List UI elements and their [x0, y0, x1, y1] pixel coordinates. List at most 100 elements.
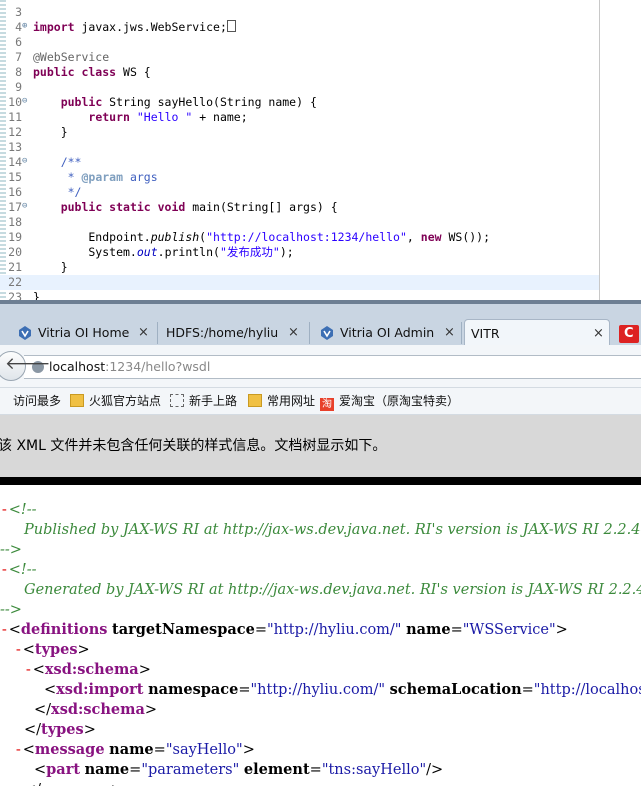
- line-number: 20: [8, 245, 22, 259]
- code-text: }: [33, 125, 68, 139]
- xml-tree-line[interactable]: -<!--: [0, 500, 37, 520]
- close-tab-icon[interactable]: ×: [444, 319, 455, 347]
- close-tab-icon[interactable]: ×: [593, 320, 604, 348]
- xml-tree-line: <part name="parameters" element="tns:say…: [34, 761, 444, 778]
- code-line[interactable]: 18: [0, 215, 641, 230]
- collapse-fold-icon[interactable]: [22, 97, 31, 106]
- code-line[interactable]: 13: [0, 140, 641, 155]
- new-page-icon: [170, 394, 184, 407]
- code-line[interactable]: 10 public String sayHello(String name) {: [0, 95, 641, 110]
- xml-tree-line: </message>: [24, 780, 123, 786]
- expand-fold-icon[interactable]: [22, 22, 31, 31]
- code-line[interactable]: 19 Endpoint.publish("http://localhost:12…: [0, 230, 641, 245]
- xml-tree-line: <xsd:import namespace="http://hyliu.com/…: [44, 681, 641, 698]
- bookmark-label: 新手上路: [189, 394, 238, 408]
- bookmark-item[interactable]: 火狐官方站点: [70, 393, 161, 409]
- tab-vitria-oi-home[interactable]: Vitria OI Home ×: [14, 319, 152, 347]
- code-line[interactable]: 6: [0, 35, 641, 50]
- code-line[interactable]: 12 }: [0, 125, 641, 140]
- next-tab-icon[interactable]: C: [619, 325, 639, 343]
- tab-bar: Vitria OI Home × HDFS:/home/hyliu × Vitr…: [0, 300, 641, 347]
- code-text: public class WS {: [33, 65, 151, 79]
- line-number: 11: [8, 110, 22, 124]
- line-number: 3: [15, 5, 22, 19]
- tab-label: Vitria OI Admin: [340, 325, 435, 340]
- tab-separator: [157, 322, 158, 344]
- tab-hdfs[interactable]: HDFS:/home/hyliu ×: [160, 319, 308, 347]
- close-tab-icon[interactable]: ×: [288, 319, 299, 347]
- code-text: }: [33, 290, 40, 300]
- code-line[interactable]: 20 System.out.println("发布成功");: [0, 245, 641, 260]
- code-line[interactable]: 9: [0, 80, 641, 95]
- code-line[interactable]: 22: [0, 275, 599, 290]
- line-number: 18: [8, 215, 22, 229]
- xml-tree-line[interactable]: -<types>: [14, 640, 90, 660]
- tab-separator: [461, 322, 462, 344]
- bookmark-label: 火狐官方站点: [89, 394, 162, 408]
- code-text: return "Hello " + name;: [88, 110, 248, 124]
- code-line[interactable]: 7 @WebService: [0, 50, 641, 65]
- code-line[interactable]: 3: [0, 5, 641, 20]
- line-number: 8: [15, 65, 22, 79]
- line-number: 16: [8, 185, 22, 199]
- code-text: System.out.println("发布成功");: [33, 245, 294, 259]
- code-line[interactable]: 8 public class WS {: [0, 65, 641, 80]
- code-line[interactable]: 15 * @param args: [0, 170, 641, 185]
- code-line[interactable]: 17 public static void main(String[] args…: [0, 200, 641, 215]
- xml-tree-line[interactable]: -<xsd:schema>: [24, 660, 151, 680]
- xml-tree-line[interactable]: -<definitions targetNamespace="http://hy…: [0, 620, 568, 640]
- collapse-fold-icon[interactable]: [22, 157, 31, 166]
- bookmark-item[interactable]: 常用网址: [248, 393, 315, 409]
- line-number: 22: [8, 275, 22, 289]
- xml-tree-line[interactable]: -<!--: [0, 560, 37, 580]
- vitria-icon: [19, 326, 31, 340]
- xml-tree-line: </xsd:schema>: [34, 701, 157, 718]
- line-number: 21: [8, 260, 22, 274]
- java-editor[interactable]: 34 import javax.jws.WebService; 67 @WebServ…: [0, 0, 641, 300]
- code-line[interactable]: 23}: [0, 290, 641, 300]
- tab-vitr[interactable]: VITR ×: [464, 319, 610, 347]
- xml-document-tree[interactable]: -<!-- Published by JAX-WS RI at http://ja…: [0, 485, 641, 786]
- line-number: 13: [8, 140, 22, 154]
- vitria-icon: [321, 326, 333, 340]
- tab-separator: [309, 322, 310, 344]
- back-button[interactable]: 🡐: [0, 351, 51, 381]
- close-tab-icon[interactable]: ×: [138, 319, 149, 347]
- code-text: /**: [60, 155, 82, 169]
- xml-tree-line: Generated by JAX-WS RI at http://jax-ws.…: [24, 582, 641, 598]
- code-line[interactable]: 11 return "Hello " + name;: [0, 110, 641, 125]
- code-text: Endpoint.publish("http://localhost:1234/…: [33, 230, 491, 244]
- folder-icon: [70, 394, 84, 407]
- xml-tree-line: -->: [0, 542, 22, 558]
- xml-tree-line: -->: [0, 602, 22, 618]
- code-line[interactable]: 14 /**: [0, 155, 641, 170]
- xml-tree-line: </types>: [24, 721, 96, 738]
- xml-info-banner: 该 XML 文件并未包含任何关联的样式信息。文档树显示如下。: [0, 415, 641, 477]
- code-text: public static void main(String[] args) {: [60, 200, 338, 214]
- bookmark-item[interactable]: 淘爱淘宝（原淘宝特卖）: [320, 393, 459, 411]
- bookmark-item[interactable]: 新手上路: [170, 393, 237, 409]
- firefox-window: Vitria OI Home × HDFS:/home/hyliu × Vitr…: [0, 300, 641, 786]
- line-number: 15: [8, 170, 22, 184]
- line-number: 14: [8, 155, 22, 169]
- code-text: @WebService: [33, 50, 110, 64]
- tab-label: VITR: [471, 326, 500, 341]
- tab-vitria-oi-admin[interactable]: Vitria OI Admin ×: [316, 319, 460, 347]
- code-text: */: [33, 185, 82, 199]
- code-text: }: [33, 260, 68, 274]
- line-number: 7: [15, 50, 22, 64]
- line-number: 12: [8, 125, 22, 139]
- collapse-fold-icon[interactable]: [22, 202, 31, 211]
- code-line[interactable]: 4 import javax.jws.WebService;: [0, 20, 641, 35]
- code-line[interactable]: 16 */: [0, 185, 641, 200]
- url-bar[interactable]: localhost:1234/hello?wsdl: [24, 355, 641, 379]
- bookmark-label: 爱淘宝（原淘宝特卖）: [339, 394, 460, 408]
- folder-icon: [248, 394, 262, 407]
- line-number: 4: [15, 20, 22, 34]
- bookmark-item[interactable]: 访问最多: [2, 393, 61, 409]
- code-line[interactable]: 21 }: [0, 260, 641, 275]
- banner-divider: [0, 477, 641, 485]
- xml-tree-line[interactable]: -<message name="sayHello">: [14, 740, 255, 760]
- line-number: 23: [8, 290, 22, 300]
- url-text[interactable]: localhost:1234/hello?wsdl: [49, 359, 210, 374]
